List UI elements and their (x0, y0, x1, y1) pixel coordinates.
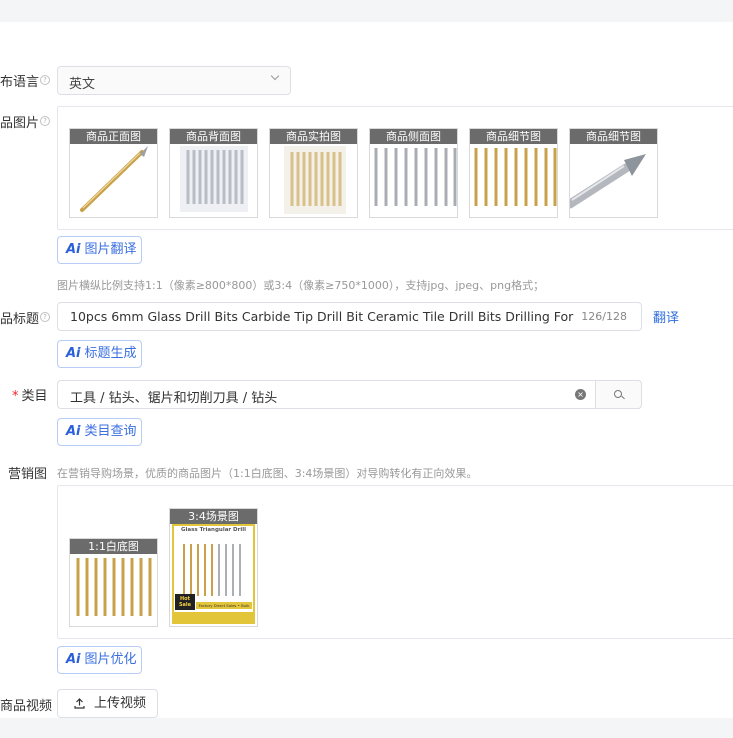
ai-icon: Ai (66, 652, 81, 667)
image-optimize-button[interactable]: Ai 图片优化 (57, 646, 142, 674)
drill-bits-scene-icon (183, 544, 241, 596)
image-tag: 商品正面图 (70, 129, 157, 144)
images-hint: 图片横纵比例支持1:1（像素≥800*800）或3:4（像素≥750*1000）… (57, 279, 545, 292)
title-label: 品标题 (0, 312, 40, 327)
clear-icon[interactable]: × (575, 389, 586, 400)
language-value: 英文 (69, 77, 96, 92)
search-icon (614, 390, 622, 398)
marketing-image-thumb[interactable]: 3:4场景图 Glass Triangular Drill Hot Sale F… (169, 508, 258, 627)
marketing-images-container (57, 485, 733, 639)
image-tag: 商品侧面图 (370, 129, 457, 144)
title-value: 10pcs 6mm Glass Drill Bits Carbide Tip D… (70, 309, 578, 324)
product-image-thumb[interactable]: 商品实拍图 (269, 128, 358, 218)
scene-poster: Glass Triangular Drill Hot Sale Factory … (172, 524, 255, 624)
poster-banner: Factory Direct Sales • Bulk (196, 602, 252, 609)
packaged-gold-drill-bits-icon (284, 146, 346, 214)
image-tag: 商品细节图 (470, 129, 557, 144)
help-icon[interactable]: ? (40, 116, 50, 126)
upload-icon (74, 698, 85, 709)
video-label: 商品视频 (0, 699, 53, 714)
packaged-drill-bits-icon (180, 146, 248, 212)
ai-icon: Ai (66, 242, 81, 257)
title-char-count: 126/128 (581, 310, 627, 323)
top-bar (0, 0, 733, 22)
product-image-thumb[interactable]: 商品细节图 (469, 128, 558, 218)
poster-title: Glass Triangular Drill (181, 527, 246, 533)
image-tag: 1:1白底图 (70, 539, 157, 554)
product-image-thumb[interactable]: 商品细节图 (569, 128, 658, 218)
help-icon[interactable]: ? (40, 312, 50, 322)
category-value: 工具 / 钻头、锯片和切削刀具 / 钻头 (70, 391, 278, 406)
product-image-thumb[interactable]: 商品正面图 (69, 128, 158, 218)
category-query-button[interactable]: Ai 类目查询 (57, 418, 142, 446)
marketing-image-thumb[interactable]: 1:1白底图 (69, 538, 158, 627)
product-image-thumb[interactable]: 商品侧面图 (369, 128, 458, 218)
marketing-label: 营销图 (8, 467, 48, 482)
category-input[interactable]: 工具 / 钻头、锯片和切削刀具 / 钻头 × (57, 380, 642, 409)
required-mark: * (12, 389, 19, 404)
image-tag: 商品背面图 (170, 129, 257, 144)
product-image-thumb[interactable]: 商品背面图 (169, 128, 258, 218)
title-generate-button[interactable]: Ai 标题生成 (57, 340, 142, 368)
title-translate-link[interactable]: 翻译 (653, 307, 679, 326)
marketing-hint: 在营销导购场景，优质的商品图片（1:1白底图、3:4场景图）对导购转化有正向效果… (57, 467, 478, 480)
upload-video-button[interactable]: 上传视频 (57, 689, 158, 718)
chevron-down-icon (270, 71, 280, 81)
image-tag: 商品细节图 (570, 129, 657, 144)
ai-icon: Ai (66, 424, 81, 439)
drill-bit-tip-closeup-icon (570, 154, 646, 209)
bottom-bar (0, 718, 733, 738)
language-select[interactable]: 英文 (57, 66, 291, 95)
hot-sale-badge: Hot Sale (175, 594, 195, 610)
single-gold-drill-bit-icon (80, 146, 148, 212)
gold-drill-bits-row-icon (474, 148, 557, 206)
images-label: 品图片 (0, 116, 40, 131)
image-tag: 商品实拍图 (270, 129, 357, 144)
help-icon[interactable]: ? (40, 75, 50, 85)
ai-icon: Ai (66, 346, 81, 361)
category-label: * 类目 (12, 389, 48, 404)
category-search-button[interactable] (595, 380, 642, 409)
image-translate-button[interactable]: Ai 图片翻译 (57, 236, 142, 264)
image-tag: 3:4场景图 (170, 509, 257, 524)
gold-drill-bits-white-bg-icon (76, 558, 152, 616)
poster-footer-band (174, 612, 253, 622)
title-input[interactable]: 10pcs 6mm Glass Drill Bits Carbide Tip D… (57, 302, 642, 331)
language-label: 布语言 (0, 75, 40, 90)
silver-drill-bits-row-icon (374, 148, 457, 206)
